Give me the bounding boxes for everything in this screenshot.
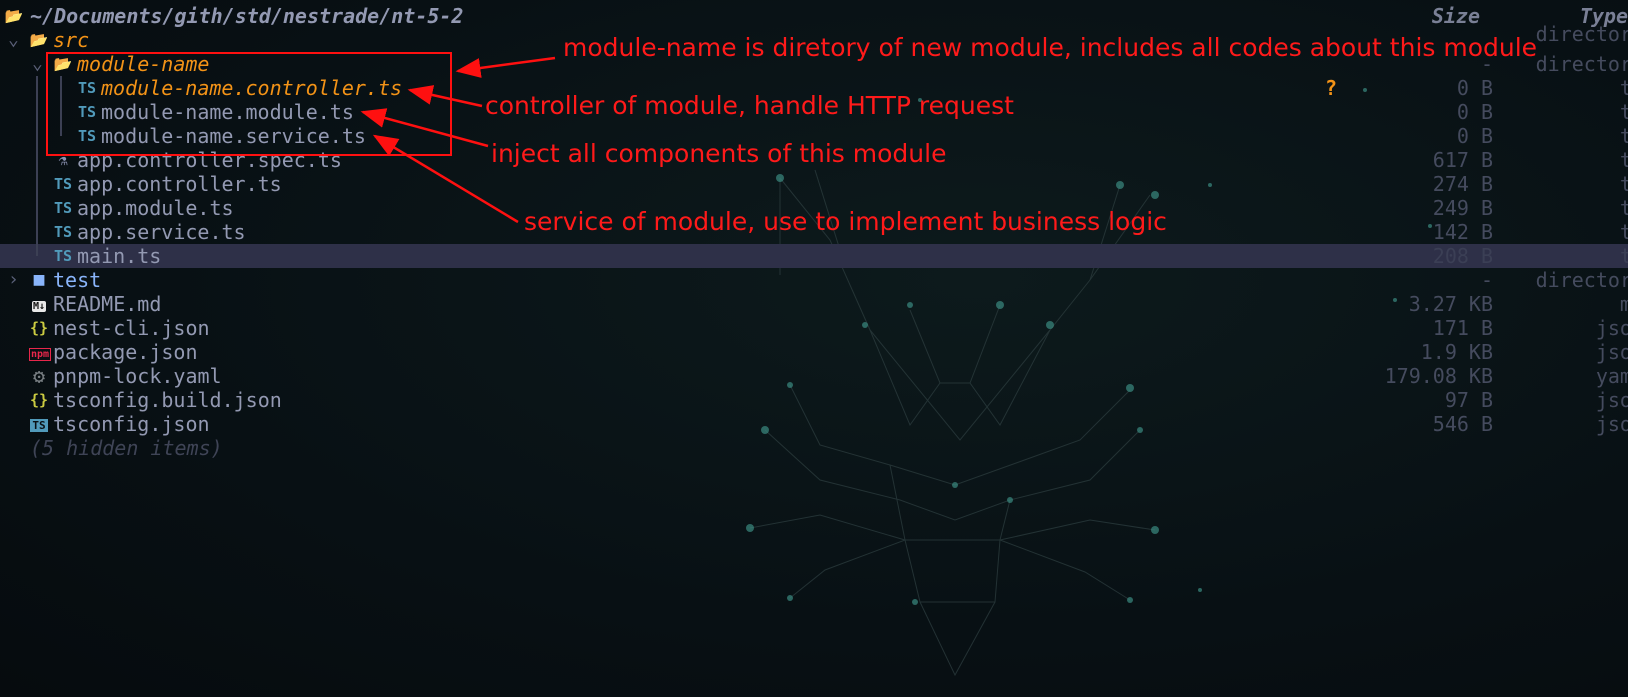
file-type: yaml — [1595, 364, 1628, 388]
typescript-icon: TS — [53, 175, 73, 193]
typescript-icon: TS — [53, 223, 73, 241]
typescript-icon: TS — [53, 199, 73, 217]
file-type: directory — [1535, 22, 1628, 46]
file-type: json — [1595, 412, 1628, 436]
folder-open-icon: 📂 — [29, 31, 49, 49]
file-type: directory — [1535, 268, 1628, 292]
type-column: Type directorydirectorytstststststststsd… — [1460, 0, 1628, 697]
file-type: ts — [1619, 220, 1628, 244]
file-type: json — [1595, 316, 1628, 340]
file-name: tsconfig.json — [53, 412, 210, 436]
annotation-controller: controller of module, handle HTTP reques… — [485, 91, 1014, 120]
git-status-untracked: ? — [1325, 76, 1338, 100]
npm-icon: npm — [29, 348, 52, 361]
current-path: ~/Documents/gith/std/nestrade/nt-5-2 — [30, 4, 464, 28]
file-name: nest-cli.json — [53, 316, 210, 340]
file-name: app.module.ts — [77, 196, 234, 220]
file-type: ts — [1619, 124, 1628, 148]
file-type: json — [1595, 388, 1628, 412]
file-name: test — [53, 268, 102, 292]
folder-icon: ■ — [33, 269, 45, 290]
file-row[interactable]: npm package.json 1.9 KB — [0, 340, 1628, 364]
file-name: app.controller.ts — [77, 172, 282, 196]
file-type: ts — [1619, 244, 1628, 268]
file-type: ts — [1619, 76, 1628, 100]
gear-icon: ⚙ — [32, 364, 46, 388]
json-icon: {} — [29, 319, 49, 337]
annotation-module-name: module-name is diretory of new module, i… — [563, 33, 1538, 62]
file-row[interactable]: M↓ README.md 3.27 KB — [0, 292, 1628, 316]
file-name: README.md — [53, 292, 162, 316]
file-name: tsconfig.build.json — [53, 388, 282, 412]
header-row: 📂 ~/Documents/gith/std/nestrade/nt-5-2 S… — [0, 4, 1628, 28]
chevron-icon[interactable]: ⌄ — [32, 52, 43, 76]
annotation-service: service of module, use to implement busi… — [524, 207, 1167, 236]
file-row[interactable]: {} tsconfig.build.json 97 B — [0, 388, 1628, 412]
annotation-module: inject all components of this module — [491, 139, 947, 168]
file-type: md — [1619, 292, 1628, 316]
file-type: ts — [1619, 172, 1628, 196]
file-row[interactable]: ⚙ pnpm-lock.yaml 179.08 KB — [0, 364, 1628, 388]
chevron-icon[interactable]: › — [8, 268, 19, 292]
file-row[interactable]: › ■ test - — [0, 268, 1628, 292]
hidden-items-note[interactable]: (5 hidden items) — [0, 436, 1628, 460]
file-name: package.json — [53, 340, 198, 364]
file-row[interactable]: {} nest-cli.json 171 B — [0, 316, 1628, 340]
module-name-highlight-box — [46, 52, 452, 156]
file-type: ts — [1619, 100, 1628, 124]
markdown-icon: M↓ — [31, 301, 47, 312]
file-type: json — [1595, 340, 1628, 364]
typescript-icon: TS — [53, 247, 73, 265]
file-name: app.service.ts — [77, 220, 246, 244]
tree-guide-src — [36, 76, 38, 256]
file-name: pnpm-lock.yaml — [53, 364, 222, 388]
file-type: ts — [1619, 148, 1628, 172]
file-type: directory — [1535, 52, 1628, 76]
folder-open-icon: 📂 — [4, 7, 24, 25]
file-row[interactable]: TS tsconfig.json 546 B — [0, 412, 1628, 436]
json-icon: {} — [29, 391, 49, 409]
file-row[interactable]: TS main.ts 208 B — [0, 244, 1628, 268]
file-name: main.ts — [77, 244, 162, 268]
file-type: ts — [1619, 196, 1628, 220]
tsconfig-icon: TS — [30, 419, 48, 432]
chevron-icon[interactable]: ⌄ — [8, 28, 19, 52]
file-name: src — [53, 28, 90, 52]
file-row[interactable]: TS app.controller.ts 274 B — [0, 172, 1628, 196]
